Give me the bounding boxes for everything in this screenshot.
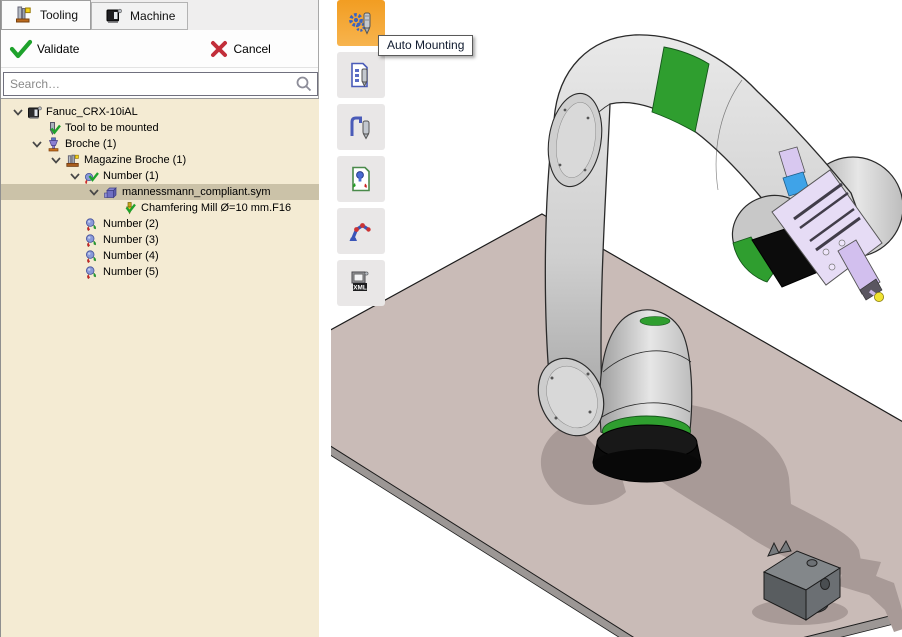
tab-strip: Tooling Machine	[1, 0, 318, 30]
tree-item[interactable]: Number (1)	[1, 168, 319, 184]
tree-chevron[interactable]	[66, 168, 83, 184]
tooling-panel: Tooling Machine Validate Cancel	[0, 0, 319, 637]
tree-item[interactable]: Number (5)	[1, 264, 319, 280]
search-box[interactable]	[3, 72, 318, 96]
tool-check-icon	[46, 121, 61, 136]
xml-export-icon: XML	[346, 268, 376, 298]
magazine-icon	[65, 153, 80, 168]
mill-check-icon	[122, 201, 137, 216]
tool-import-button[interactable]	[337, 156, 385, 202]
tree-item[interactable]: Magazine Broche (1)	[1, 152, 319, 168]
slot-icon	[83, 216, 100, 232]
sym-file-icon	[102, 184, 119, 200]
chevron-down-icon[interactable]	[11, 105, 25, 119]
tab-label: Tooling	[40, 8, 78, 22]
tooling-tab-icon	[14, 5, 34, 25]
xml-export-button[interactable]: XML	[337, 260, 385, 306]
tree-item-label: Number (3)	[100, 234, 159, 246]
tree-item-label: Number (4)	[100, 250, 159, 262]
search-input[interactable]	[4, 77, 295, 91]
tree-chevron[interactable]	[47, 152, 64, 168]
spindle-icon	[45, 136, 62, 152]
slot-icon	[84, 249, 99, 264]
slot-icon	[83, 248, 100, 264]
svg-text:XML: XML	[353, 284, 367, 291]
robot-scene	[331, 0, 902, 637]
auto-mounting-icon	[346, 8, 376, 38]
auto-mounting-tooltip: Auto Mounting	[378, 35, 473, 56]
machine-icon	[27, 105, 42, 120]
chevron-down-icon[interactable]	[49, 153, 63, 167]
tool-list-button[interactable]	[337, 52, 385, 98]
tool-measure-button[interactable]	[337, 104, 385, 150]
tree-item[interactable]: Number (3)	[1, 232, 319, 248]
tree-item-label: Chamfering Mill Ø=10 mm.F16	[138, 202, 291, 214]
tree-chevron[interactable]	[9, 104, 26, 120]
cancel-x-icon	[209, 39, 229, 59]
validate-button[interactable]: Validate	[9, 37, 79, 61]
slot-check-icon	[83, 168, 100, 184]
slot-check-icon	[84, 169, 99, 184]
tree-item[interactable]: Tool to be mounted	[1, 120, 319, 136]
search-icon[interactable]	[295, 75, 313, 93]
3d-viewport[interactable]: XML Auto Mounting	[320, 0, 902, 637]
chevron-down-icon[interactable]	[30, 137, 44, 151]
mill-check-icon	[121, 200, 138, 216]
tree-item-label: Magazine Broche (1)	[81, 154, 186, 166]
slot-icon	[83, 264, 100, 280]
tree-item-label: Number (2)	[100, 218, 159, 230]
robot-button[interactable]	[337, 208, 385, 254]
tool-list-icon	[346, 60, 376, 90]
chevron-down-icon[interactable]	[87, 185, 101, 199]
chevron-down-icon[interactable]	[68, 169, 82, 183]
tree-item[interactable]: Number (2)	[1, 216, 319, 232]
tool-check-icon	[45, 120, 62, 136]
tree-item-label: Fanuc_CRX-10iAL	[43, 106, 138, 118]
action-row: Validate Cancel	[1, 30, 318, 68]
tree-item[interactable]: Number (4)	[1, 248, 319, 264]
tree-item-label: Number (5)	[100, 266, 159, 278]
search-row	[1, 68, 318, 98]
slot-icon	[84, 233, 99, 248]
sym-file-icon	[103, 185, 118, 200]
tree-item[interactable]: mannessmann_compliant.sym	[1, 184, 319, 200]
tool-import-icon	[346, 164, 376, 194]
tool-measure-icon	[346, 112, 376, 142]
tree-item[interactable]: Broche (1)	[1, 136, 319, 152]
magazine-icon	[64, 152, 81, 168]
tree-item[interactable]: Fanuc_CRX-10iAL	[1, 104, 319, 120]
tree-item-label: Broche (1)	[62, 138, 116, 150]
validate-check-icon	[9, 37, 33, 61]
cancel-label: Cancel	[233, 42, 270, 56]
tree-item-label: mannessmann_compliant.sym	[119, 186, 271, 198]
machine-icon	[26, 104, 43, 120]
tab-machine[interactable]: Machine	[91, 2, 188, 30]
slot-icon	[84, 217, 99, 232]
tree-item-label: Tool to be mounted	[62, 122, 159, 134]
tree-item[interactable]: Chamfering Mill Ø=10 mm.F16	[1, 200, 319, 216]
robot-icon	[346, 216, 376, 246]
tooling-tree: Fanuc_CRX-10iAL Tool to be mounted Broch…	[1, 98, 319, 637]
validate-label: Validate	[37, 42, 79, 56]
tree-chevron[interactable]	[28, 136, 45, 152]
tree-chevron[interactable]	[85, 184, 102, 200]
tree-item-label: Number (1)	[100, 170, 159, 182]
tab-label: Machine	[130, 9, 175, 23]
slot-icon	[84, 265, 99, 280]
spindle-icon	[46, 137, 61, 152]
machine-tab-icon	[104, 6, 124, 26]
slot-icon	[83, 232, 100, 248]
cancel-button[interactable]: Cancel	[209, 39, 270, 59]
tab-tooling[interactable]: Tooling	[1, 0, 91, 30]
